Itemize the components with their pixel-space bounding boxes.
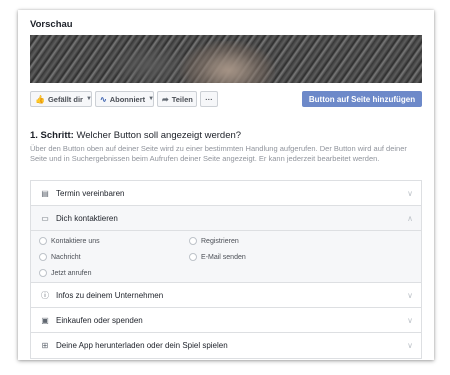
category-row-appointment[interactable]: ▤ Termin vereinbaren ∨: [31, 181, 421, 206]
preview-card: Vorschau 👍 Gefällt dir ▼ ∿ Abonniert ▼ ➦…: [18, 10, 434, 360]
preview-title: Vorschau: [30, 19, 73, 30]
calendar-icon: ▤: [41, 188, 49, 198]
chat-icon: ▭: [41, 213, 49, 223]
option-register[interactable]: Registrieren: [189, 237, 239, 245]
download-icon: ⊞: [41, 341, 49, 350]
category-label: Termin vereinbaren: [56, 188, 125, 198]
chevron-down-icon: ▼: [85, 96, 92, 102]
category-row-business-info[interactable]: ⓘ Infos zu deinem Unternehmen ∨: [31, 283, 421, 308]
button-type-list: ▤ Termin vereinbaren ∨ ▭ Dich kontaktier…: [30, 180, 422, 359]
radio-button[interactable]: [189, 253, 197, 261]
thumbs-up-icon: 👍: [35, 94, 45, 104]
share-icon: ➦: [162, 94, 169, 104]
more-label: ···: [205, 94, 213, 104]
radio-button[interactable]: [39, 253, 47, 261]
option-label: Registrieren: [201, 237, 239, 245]
option-label: Nachricht: [51, 253, 81, 261]
option-contact-us[interactable]: Kontaktiere uns: [39, 237, 100, 245]
like-label: Gefällt dir: [47, 94, 83, 104]
option-label: E-Mail senden: [201, 253, 246, 261]
radio-button[interactable]: [39, 269, 47, 277]
radio-button[interactable]: [189, 237, 197, 245]
info-icon: ⓘ: [41, 290, 49, 300]
chevron-down-icon: ∨: [407, 189, 413, 198]
contact-options: Kontaktiere uns Registrieren Nachricht E…: [31, 231, 421, 283]
share-label: Teilen: [171, 94, 193, 104]
chevron-up-icon: ∧: [407, 214, 413, 223]
chevron-down-icon: ∨: [407, 316, 413, 325]
rss-icon: ∿: [100, 94, 107, 104]
share-button[interactable]: ➦ Teilen: [157, 91, 197, 107]
step-heading: 1. Schritt: Welcher Button soll angezeig…: [30, 130, 241, 141]
step-description: Über den Button oben auf deiner Seite wi…: [30, 144, 407, 163]
category-label: Einkaufen oder spenden: [56, 315, 143, 325]
option-message[interactable]: Nachricht: [39, 253, 81, 261]
more-button[interactable]: ···: [200, 91, 218, 107]
subscribe-label: Abonniert: [109, 94, 146, 104]
page-action-bar: 👍 Gefällt dir ▼ ∿ Abonniert ▼ ➦ Teilen ·…: [30, 91, 422, 107]
option-call-now[interactable]: Jetzt anrufen: [39, 269, 91, 277]
step-number: 1. Schritt:: [30, 130, 74, 141]
option-send-email[interactable]: E-Mail senden: [189, 253, 246, 261]
category-row-app[interactable]: ⊞ Deine App herunterladen oder dein Spie…: [31, 333, 421, 358]
option-label: Kontaktiere uns: [51, 237, 100, 245]
option-label: Jetzt anrufen: [51, 269, 92, 277]
step-question: Welcher Button soll angezeigt werden?: [76, 130, 242, 141]
category-label: Infos zu deinem Unternehmen: [56, 290, 164, 300]
subscribe-button[interactable]: ∿ Abonniert ▼: [95, 91, 154, 107]
category-label: Deine App herunterladen oder dein Spiel …: [56, 341, 228, 350]
chevron-down-icon: ▼: [148, 96, 155, 102]
add-page-button[interactable]: Button auf Seite hinzufügen: [302, 91, 422, 107]
category-label: Dich kontaktieren: [56, 213, 118, 223]
chevron-down-icon: ∨: [407, 341, 413, 350]
category-row-shop[interactable]: ▣ Einkaufen oder spenden ∨: [31, 308, 421, 333]
cover-photo: [30, 35, 422, 83]
radio-button[interactable]: [39, 237, 47, 245]
shopping-bag-icon: ▣: [41, 315, 49, 325]
chevron-down-icon: ∨: [407, 291, 413, 300]
category-row-contact[interactable]: ▭ Dich kontaktieren ∧: [31, 206, 421, 231]
like-button[interactable]: 👍 Gefällt dir ▼: [30, 91, 92, 107]
